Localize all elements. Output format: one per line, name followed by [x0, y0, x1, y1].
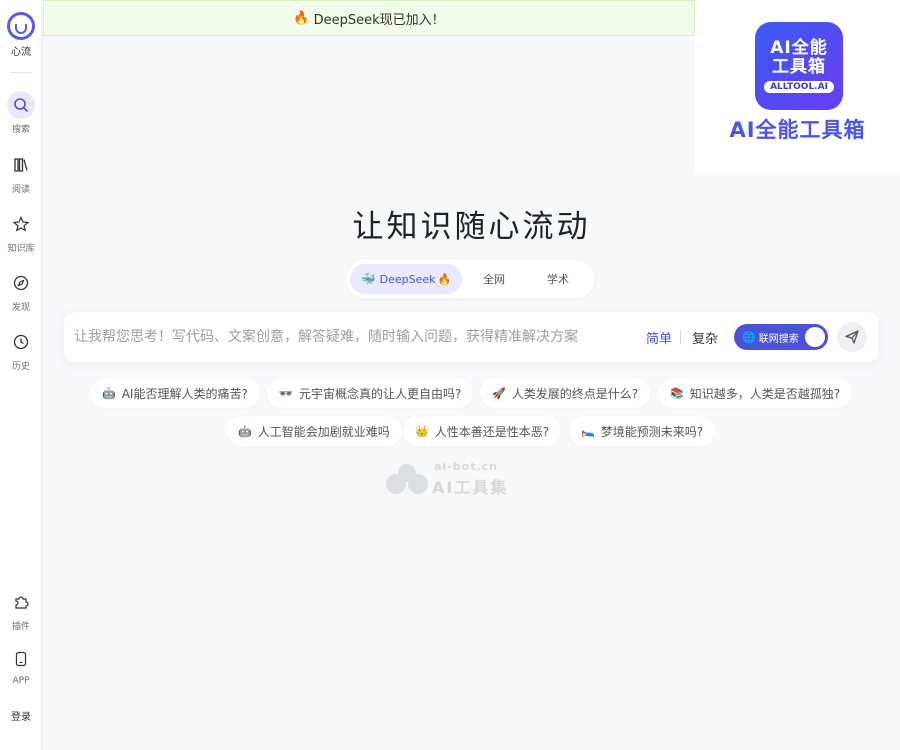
sidebar-item-label: APP	[12, 676, 30, 686]
sidebar: 心流 搜索 阅读 知识库 发现 历史 插件 APP 登录	[0, 0, 42, 750]
logo-icon	[7, 12, 35, 40]
sidebar-item-app[interactable]: APP	[0, 645, 42, 686]
suggestion-text: 人工智能会加剧就业难吗	[257, 424, 390, 439]
watermark: ai-bot.cn AI工具集	[386, 460, 526, 497]
ad-logo-line2: 工具箱	[772, 57, 826, 77]
ad-logo-badge: ALLTOOL.AI	[764, 81, 834, 93]
suggestion-text: 梦境能预测未来吗?	[600, 424, 704, 439]
sidebar-item-label: 搜索	[11, 125, 30, 135]
suggestion-text: 元宇宙概念真的让人更自由吗?	[298, 386, 462, 401]
suggestion-chip[interactable]: 🤖 AI能否理解人类的痛苦?	[90, 378, 260, 408]
web-search-label: 联网搜索	[758, 333, 799, 345]
tab-deepseek[interactable]: 🐳 DeepSeek 🔥	[350, 264, 462, 294]
tab-academic[interactable]: 学术	[526, 264, 590, 294]
compass-icon	[7, 269, 35, 297]
rocket-icon: 🚀	[492, 386, 506, 400]
robot-icon: 🤖	[238, 424, 252, 438]
toggle-knob	[805, 327, 825, 347]
logo[interactable]: 心流	[6, 12, 36, 58]
suggestion-chip[interactable]: 🕶 元宇宙概念真的让人更自由吗?	[267, 378, 474, 408]
crown-icon: 👑	[415, 424, 429, 438]
mode-complex-button[interactable]: 复杂	[692, 328, 718, 347]
sidebar-item-label: 历史	[11, 362, 30, 372]
globe-icon: 🌐	[742, 330, 756, 344]
puzzle-icon	[7, 588, 35, 616]
clock-icon	[7, 328, 35, 356]
tab-web[interactable]: 全网	[462, 264, 526, 294]
watermark-name: AI工具集	[432, 478, 509, 497]
books-icon: 📚	[670, 386, 684, 400]
suggestion-chip[interactable]: 🤖 人工智能会加剧就业难吗	[226, 416, 402, 446]
search-input[interactable]	[74, 320, 634, 354]
sidebar-item-plugins[interactable]: 插件	[0, 588, 42, 632]
book-icon	[7, 151, 35, 179]
sidebar-item-search[interactable]: 搜索	[0, 91, 42, 135]
mode-simple-button[interactable]: 简单	[646, 328, 672, 347]
ad-logo-line1: AI全能	[770, 38, 828, 58]
watermark-url: ai-bot.cn	[434, 460, 498, 473]
sidebar-item-label: 阅读	[11, 185, 30, 195]
web-search-toggle[interactable]: 🌐 联网搜索	[734, 324, 828, 350]
suggestion-chip[interactable]: 🛌 梦境能预测未来吗?	[569, 416, 716, 446]
sleep-icon: 🛌	[581, 424, 595, 438]
phone-icon	[7, 645, 35, 673]
sidebar-item-discover[interactable]: 发现	[0, 269, 42, 313]
knowledge-base-icon	[7, 210, 35, 238]
page-title: 让知识随心流动	[352, 209, 591, 245]
search-mode-tabs: 🐳 DeepSeek 🔥 全网 学术	[346, 260, 595, 298]
sidebar-item-history[interactable]: 历史	[0, 328, 42, 372]
fire-icon: 🔥	[437, 272, 452, 286]
ad-title: AI全能工具箱	[729, 118, 866, 142]
whale-icon: 🐳	[360, 272, 376, 286]
sidebar-item-knowledge[interactable]: 知识库	[0, 210, 42, 254]
mode-divider	[680, 330, 681, 344]
suggestion-text: 人类发展的终点是什么?	[511, 386, 639, 401]
glasses-icon: 🕶	[279, 386, 293, 400]
suggestion-text: AI能否理解人类的痛苦?	[121, 386, 248, 401]
suggestion-text: 人性本善还是性本恶?	[434, 424, 550, 439]
search-box: 简单 复杂 🌐 联网搜索	[64, 312, 878, 362]
banner-text: DeepSeek现已加入！	[313, 12, 445, 28]
ad-box[interactable]: AI全能 工具箱 ALLTOOL.AI AI全能工具箱	[695, 0, 900, 175]
login-button[interactable]: 登录	[0, 708, 42, 723]
suggestion-chip[interactable]: 🚀 人类发展的终点是什么?	[480, 378, 651, 408]
suggestion-chip[interactable]: 👑 人性本善还是性本恶?	[403, 416, 562, 446]
tab-label: DeepSeek	[379, 272, 436, 286]
send-button[interactable]	[837, 322, 867, 352]
watermark-logo-dot	[408, 474, 428, 494]
send-icon	[845, 330, 859, 344]
sidebar-item-label: 发现	[11, 303, 30, 313]
sidebar-item-label: 知识库	[7, 244, 35, 254]
ad-logo: AI全能 工具箱 ALLTOOL.AI	[755, 22, 843, 110]
announcement-banner[interactable]: 🔥 DeepSeek现已加入！	[43, 0, 695, 36]
robot-icon: 🤖	[102, 386, 116, 400]
logo-label: 心流	[11, 47, 31, 58]
search-icon	[7, 91, 35, 119]
suggestion-chip[interactable]: 📚 知识越多，人类是否越孤独?	[658, 378, 853, 408]
fire-icon: 🔥	[293, 10, 310, 26]
sidebar-item-label: 插件	[11, 622, 30, 632]
sidebar-divider	[10, 72, 32, 73]
sidebar-item-read[interactable]: 阅读	[0, 151, 42, 195]
suggestion-text: 知识越多，人类是否越孤独?	[689, 386, 841, 401]
